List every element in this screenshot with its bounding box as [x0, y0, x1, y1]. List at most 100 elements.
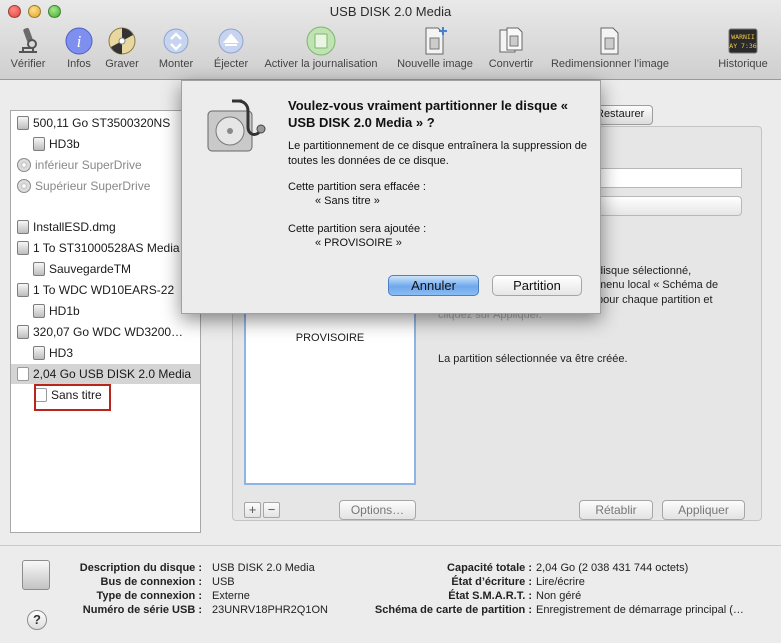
- sidebar-item-disk[interactable]: 1 To WDC WD10EARS-22: [11, 280, 200, 300]
- sidebar-item-label: 500,11 Go ST3500320NS: [33, 116, 171, 130]
- add-partition-button[interactable]: +: [244, 502, 261, 518]
- disk-info-label: État d’écriture :: [451, 576, 532, 588]
- sidebar-item-volume[interactable]: SauvegardeTM: [11, 259, 200, 279]
- erase-value: « Sans titre »: [315, 195, 380, 207]
- sidebar-item-disk[interactable]: 500,11 Go ST3500320NS: [11, 113, 200, 133]
- disk-utility-icon: [204, 97, 266, 159]
- cancel-button[interactable]: Annuler: [388, 275, 479, 296]
- sidebar-item-label: HD1b: [49, 304, 80, 318]
- info-text: disque sélectionné,: [597, 265, 692, 277]
- toolbar-label: Éjecter: [213, 58, 249, 70]
- erase-label: Cette partition sera effacée :: [288, 181, 426, 193]
- dialog-body: Le partitionnement de ce disque entraîne…: [288, 140, 588, 167]
- info-text: La partition sélectionnée va être créée.: [438, 353, 628, 365]
- partition-button[interactable]: Partition: [492, 275, 582, 296]
- disk-image-icon: [17, 220, 29, 234]
- toolbar-convert-button[interactable]: Convertir: [484, 26, 538, 70]
- sidebar-item-label: 1 To ST31000528AS Media: [33, 241, 180, 255]
- toolbar-new-image-button[interactable]: Nouvelle image: [392, 26, 478, 70]
- disk-sidebar[interactable]: 500,11 Go ST3500320NS HD3b inférieur Sup…: [10, 110, 201, 533]
- disk-icon: [33, 304, 45, 318]
- journal-icon: [306, 26, 336, 56]
- disk-info-value: Lire/écrire: [536, 576, 585, 588]
- disk-info-value: USB DISK 2.0 Media: [212, 562, 315, 574]
- toolbar-info-button[interactable]: i Infos: [61, 26, 97, 70]
- disk-info-footer: ? Description du disque : USB DISK 2.0 M…: [0, 545, 781, 643]
- disk-icon: [17, 325, 29, 339]
- disk-icon: [33, 137, 45, 151]
- sidebar-item-label: Supérieur SuperDrive: [35, 179, 151, 193]
- usb-disk-icon: [17, 367, 29, 381]
- disk-info-label: Bus de connexion :: [100, 576, 202, 588]
- toolbar-burn-button[interactable]: Graver: [102, 26, 142, 70]
- toolbar-label: Activer la journalisation: [264, 58, 378, 70]
- sidebar-item-usb-disk[interactable]: 2,04 Go USB DISK 2.0 Media: [11, 364, 200, 384]
- info-text: pour chaque partition et: [597, 294, 713, 306]
- toolbar-label: Infos: [67, 58, 91, 70]
- toolbar-label: Redimensionner l’image: [550, 58, 669, 70]
- usb-disk-icon: [22, 560, 50, 590]
- sidebar-item-disk-image[interactable]: InstallESD.dmg: [11, 217, 200, 237]
- mount-icon: [161, 26, 191, 56]
- partition-name: PROVISOIRE: [295, 332, 365, 344]
- disk-info-label: Description du disque :: [79, 562, 202, 574]
- svg-text:i: i: [77, 32, 82, 51]
- toolbar-log-button[interactable]: WARNII AY 7:36 Historique: [712, 26, 774, 70]
- disk-info-value: 2,04 Go (2 038 431 744 octets): [536, 562, 689, 574]
- eject-icon: [216, 26, 246, 56]
- info-icon: i: [64, 26, 94, 56]
- toolbar-label: Vérifier: [10, 58, 46, 70]
- sidebar-item-volume[interactable]: HD3b: [11, 134, 200, 154]
- sidebar-item-label: 2,04 Go USB DISK 2.0 Media: [33, 367, 192, 381]
- toolbar-journal-button: Activer la journalisation: [256, 26, 386, 70]
- cd-icon: [17, 158, 31, 172]
- sidebar-item-label: 1 To WDC WD10EARS-22: [33, 283, 175, 297]
- sidebar-item-optical[interactable]: inférieur SuperDrive: [11, 155, 200, 175]
- toolbar-label: Historique: [718, 58, 768, 70]
- disk-icon: [17, 283, 29, 297]
- disk-info-value: USB: [212, 576, 235, 588]
- disk-info-label: Numéro de série USB :: [82, 604, 202, 616]
- sidebar-item-optical[interactable]: Supérieur SuperDrive: [11, 176, 200, 196]
- revert-button[interactable]: Rétablir: [579, 500, 653, 520]
- disk-info-value: Enregistrement de démarrage principal (…: [536, 604, 744, 616]
- disk-info-value: Non géré: [536, 590, 582, 602]
- toolbar-eject-button: Éjecter: [210, 26, 252, 70]
- toolbar-label: Nouvelle image: [397, 58, 473, 70]
- sidebar-item-volume[interactable]: HD3: [11, 343, 200, 363]
- annotation-highlight: [34, 384, 111, 411]
- sidebar-item-label: InstallESD.dmg: [33, 220, 116, 234]
- sidebar-item-label: 320,07 Go WDC WD3200…: [33, 325, 184, 339]
- partition-confirm-dialog: Voulez-vous vraiment partitionner le dis…: [181, 80, 601, 314]
- sidebar-item-label: SauvegardeTM: [49, 262, 132, 276]
- remove-partition-button[interactable]: −: [263, 502, 280, 518]
- dialog-title: Voulez-vous vraiment partitionner le dis…: [288, 98, 569, 130]
- burn-icon: [107, 26, 137, 56]
- help-button[interactable]: ?: [27, 610, 47, 630]
- add-value: « PROVISOIRE »: [315, 237, 402, 249]
- microscope-icon: [13, 26, 43, 56]
- apply-button[interactable]: Appliquer: [662, 500, 745, 520]
- svg-text:WARNII: WARNII: [731, 33, 755, 41]
- toolbar: Vérifier i Infos Graver Monter Éjecter A…: [0, 26, 781, 78]
- resize-image-icon: [595, 26, 625, 56]
- sidebar-item-disk[interactable]: 1 To ST31000528AS Media: [11, 238, 200, 258]
- disk-info-value: Externe: [212, 590, 250, 602]
- window-title: USB DISK 2.0 Media: [329, 4, 452, 19]
- sidebar-item-volume[interactable]: HD1b: [11, 301, 200, 321]
- new-image-icon: [420, 26, 450, 56]
- sidebar-item-disk[interactable]: 320,07 Go WDC WD3200…: [11, 322, 200, 342]
- disk-icon: [17, 241, 29, 255]
- toolbar-mount-button: Monter: [154, 26, 198, 70]
- disk-info-label: État S.M.A.R.T. :: [448, 590, 532, 602]
- disk-icon: [33, 346, 45, 360]
- window-titlebar: USB DISK 2.0 Media Vérifier i Infos Grav…: [0, 0, 781, 80]
- disk-info-value: 23UNRV18PHR2Q1ON: [212, 604, 328, 616]
- sidebar-item-label: HD3b: [49, 137, 80, 151]
- disk-icon: [17, 116, 29, 130]
- toolbar-resize-image-button[interactable]: Redimensionner l’image: [545, 26, 675, 70]
- disk-info-label: Schéma de carte de partition :: [374, 604, 532, 616]
- toolbar-label: Graver: [105, 58, 139, 70]
- options-button[interactable]: Options…: [339, 500, 416, 520]
- toolbar-verify-button[interactable]: Vérifier: [6, 26, 50, 70]
